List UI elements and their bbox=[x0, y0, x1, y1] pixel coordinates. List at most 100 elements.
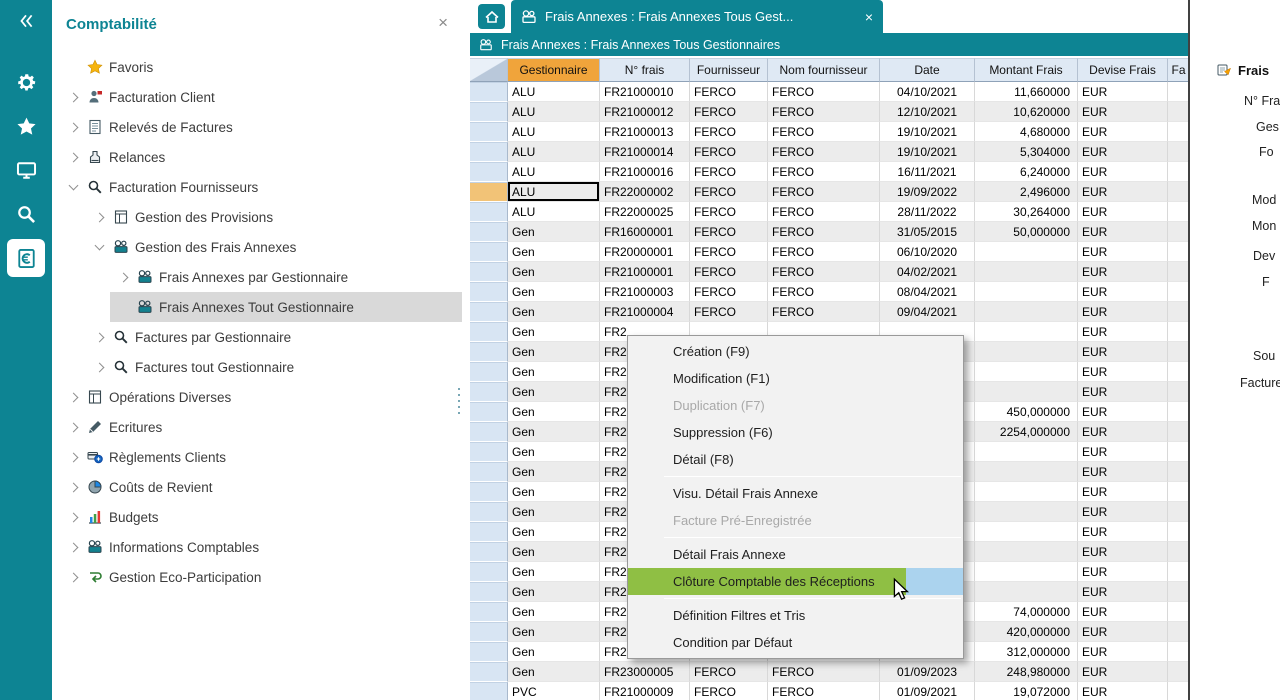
cell[interactable]: FERCO bbox=[768, 282, 880, 302]
cell[interactable] bbox=[975, 482, 1078, 502]
cell[interactable]: EUR bbox=[1078, 562, 1168, 582]
cell[interactable] bbox=[1168, 622, 1190, 642]
chevron-right-icon[interactable] bbox=[62, 484, 84, 491]
sidebar-item-favoris[interactable]: Favoris bbox=[52, 52, 462, 82]
cell[interactable]: EUR bbox=[1078, 82, 1168, 102]
cell[interactable]: ALU bbox=[508, 102, 600, 122]
cell[interactable]: ALU bbox=[508, 82, 600, 102]
cell[interactable] bbox=[1168, 542, 1190, 562]
cell[interactable]: 74,000000 bbox=[975, 602, 1078, 622]
cell[interactable]: 2,496000 bbox=[975, 182, 1078, 202]
cell[interactable]: FERCO bbox=[690, 82, 768, 102]
cell[interactable]: FERCO bbox=[768, 142, 880, 162]
cell[interactable]: EUR bbox=[1078, 122, 1168, 142]
cell[interactable] bbox=[975, 502, 1078, 522]
cell[interactable]: 6,240000 bbox=[975, 162, 1078, 182]
cell[interactable] bbox=[1168, 522, 1190, 542]
row-selector[interactable] bbox=[470, 602, 508, 622]
row-selector[interactable] bbox=[470, 642, 508, 662]
cell[interactable]: FERCO bbox=[768, 82, 880, 102]
menu-item-visu-detail-frais-annexe[interactable]: Visu. Détail Frais Annexe bbox=[628, 480, 963, 507]
cell[interactable]: EUR bbox=[1078, 362, 1168, 382]
cell[interactable]: FR23000005 bbox=[600, 662, 690, 682]
cell[interactable] bbox=[975, 522, 1078, 542]
chevron-down-icon[interactable] bbox=[62, 185, 84, 189]
cell[interactable]: 50,000000 bbox=[975, 222, 1078, 242]
cell[interactable] bbox=[1168, 362, 1190, 382]
cell[interactable]: EUR bbox=[1078, 582, 1168, 602]
row-selector[interactable] bbox=[470, 542, 508, 562]
cell[interactable]: 19/09/2022 bbox=[880, 182, 975, 202]
cell[interactable]: FERCO bbox=[768, 162, 880, 182]
cell[interactable]: EUR bbox=[1078, 202, 1168, 222]
cell[interactable]: EUR bbox=[1078, 162, 1168, 182]
cell[interactable] bbox=[1168, 322, 1190, 342]
cell[interactable]: EUR bbox=[1078, 662, 1168, 682]
cell[interactable]: 11,660000 bbox=[975, 82, 1078, 102]
sidebar-item-gestion-eco-participation[interactable]: Gestion Eco-Participation bbox=[52, 562, 462, 592]
cell[interactable]: FERCO bbox=[690, 162, 768, 182]
menu-item-creation-f9[interactable]: Création (F9) bbox=[628, 338, 963, 365]
row-selector[interactable] bbox=[470, 682, 508, 700]
sidebar-item-facturation-client[interactable]: Facturation Client bbox=[52, 82, 462, 112]
cell[interactable] bbox=[1168, 662, 1190, 682]
cell[interactable]: Gen bbox=[508, 502, 600, 522]
cell[interactable] bbox=[1168, 102, 1190, 122]
cell[interactable] bbox=[975, 262, 1078, 282]
chevron-right-icon[interactable] bbox=[112, 274, 134, 281]
sidebar-item-budgets[interactable]: Budgets bbox=[52, 502, 462, 532]
chevron-right-icon[interactable] bbox=[62, 94, 84, 101]
cell[interactable] bbox=[975, 302, 1078, 322]
cell[interactable] bbox=[1168, 122, 1190, 142]
row-selector[interactable] bbox=[470, 522, 508, 542]
sidebar-splitter-handle[interactable] bbox=[457, 388, 461, 418]
cell[interactable]: FERCO bbox=[690, 102, 768, 122]
cell[interactable]: 19/10/2021 bbox=[880, 122, 975, 142]
cell[interactable]: FERCO bbox=[768, 242, 880, 262]
cell[interactable]: 16/11/2021 bbox=[880, 162, 975, 182]
sidebar-item-ecritures[interactable]: Ecritures bbox=[52, 412, 462, 442]
cell[interactable]: 30,264000 bbox=[975, 202, 1078, 222]
row-selector[interactable] bbox=[470, 662, 508, 682]
column-header-fa[interactable]: Fa bbox=[1168, 58, 1190, 82]
sidebar-item-frais-annexes-tout-gestionnaire[interactable]: Frais Annexes Tout Gestionnaire bbox=[52, 292, 462, 322]
sidebar-item-relances[interactable]: Relances bbox=[52, 142, 462, 172]
row-selector[interactable] bbox=[470, 462, 508, 482]
star-icon[interactable] bbox=[7, 107, 45, 145]
cell[interactable] bbox=[1168, 442, 1190, 462]
cell[interactable]: FR21000001 bbox=[600, 262, 690, 282]
cell[interactable]: EUR bbox=[1078, 642, 1168, 662]
cell[interactable]: 28/11/2022 bbox=[880, 202, 975, 222]
home-button[interactable] bbox=[478, 4, 505, 29]
cell[interactable] bbox=[1168, 402, 1190, 422]
cell[interactable]: Gen bbox=[508, 662, 600, 682]
cell[interactable]: Gen bbox=[508, 602, 600, 622]
cell[interactable]: EUR bbox=[1078, 182, 1168, 202]
cell[interactable] bbox=[1168, 342, 1190, 362]
cell[interactable] bbox=[975, 442, 1078, 462]
cell[interactable]: Gen bbox=[508, 622, 600, 642]
cell[interactable]: FERCO bbox=[690, 302, 768, 322]
cell[interactable]: 19/10/2021 bbox=[880, 142, 975, 162]
cell[interactable]: FR21000010 bbox=[600, 82, 690, 102]
chevron-right-icon[interactable] bbox=[88, 334, 110, 341]
menu-item-detail-frais-annexe[interactable]: Détail Frais Annexe bbox=[628, 541, 963, 568]
row-selector[interactable] bbox=[470, 342, 508, 362]
cell[interactable]: Gen bbox=[508, 482, 600, 502]
row-selector[interactable] bbox=[470, 122, 508, 142]
menu-item-modification-f1[interactable]: Modification (F1) bbox=[628, 365, 963, 392]
cell[interactable] bbox=[1168, 82, 1190, 102]
cell[interactable] bbox=[1168, 462, 1190, 482]
cell[interactable] bbox=[1168, 562, 1190, 582]
cell[interactable]: FR21000003 bbox=[600, 282, 690, 302]
chevron-right-icon[interactable] bbox=[62, 514, 84, 521]
cell[interactable]: EUR bbox=[1078, 482, 1168, 502]
cell[interactable]: Gen bbox=[508, 402, 600, 422]
chevron-right-icon[interactable] bbox=[62, 454, 84, 461]
cell[interactable]: FERCO bbox=[768, 262, 880, 282]
cell[interactable]: FR20000001 bbox=[600, 242, 690, 262]
cell[interactable] bbox=[975, 242, 1078, 262]
column-header-fournisseur[interactable]: Fournisseur bbox=[690, 58, 768, 82]
cell[interactable]: EUR bbox=[1078, 462, 1168, 482]
cell[interactable]: 08/04/2021 bbox=[880, 282, 975, 302]
